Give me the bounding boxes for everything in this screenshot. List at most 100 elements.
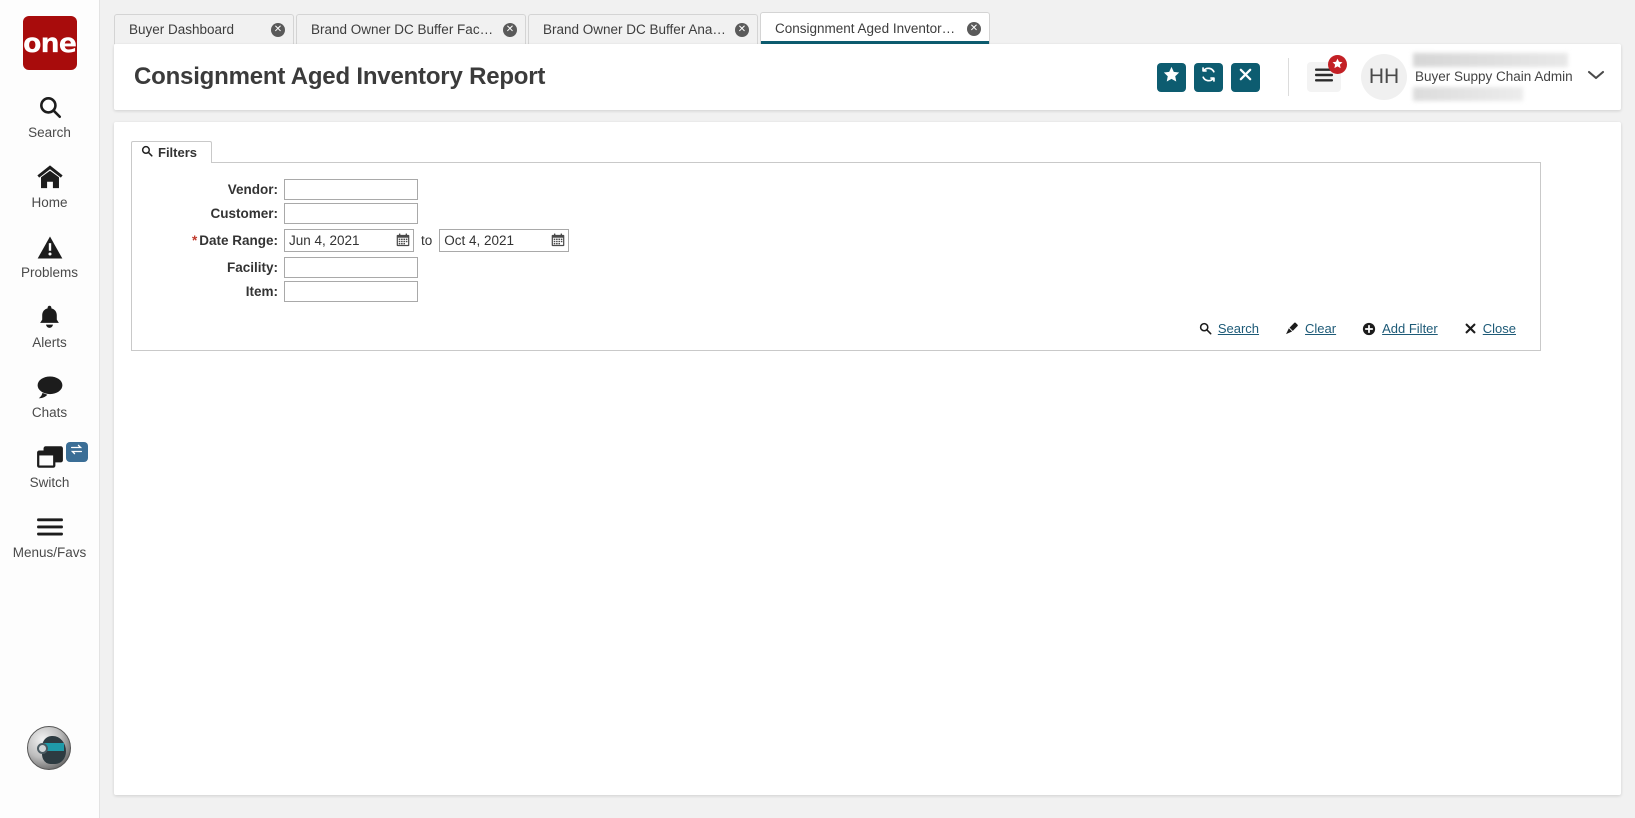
chat-bubble-icon [36,372,64,402]
close-circle-icon[interactable]: ✕ [967,21,981,36]
facility-field[interactable] [284,256,418,278]
sidebar-item-label: Problems [20,265,79,280]
calendar-icon[interactable] [551,233,565,252]
customer-field[interactable] [284,202,418,224]
sidebar-item-label: Alerts [32,335,67,350]
filter-clear-link[interactable]: Clear [1285,321,1336,336]
sidebar-item-menus-favs[interactable]: Menus/Favs [0,512,100,560]
assistant-eye [37,743,48,754]
filter-row-vendor: Vendor: [132,177,1540,201]
calendar-icon[interactable] [396,233,410,252]
filter-close-link[interactable]: Close [1464,321,1516,336]
user-role-label: Buyer Suppy Chain Admin [1415,69,1573,84]
user-menu-toggle[interactable] [1587,68,1605,86]
brand-logo[interactable]: one [22,16,77,70]
ai-assistant-orb-icon[interactable] [27,726,71,770]
close-circle-icon[interactable]: ✕ [271,22,285,37]
avatar-initials: HH [1368,65,1400,88]
favorite-button[interactable] [1157,62,1186,92]
star-icon [1163,66,1180,88]
tab-consignment-aged-inventory-report[interactable]: Consignment Aged Inventory Re... ✕ [760,12,990,44]
search-icon [37,92,63,122]
redacted-org-name-lower [1413,87,1523,101]
filter-clear-label: Clear [1305,321,1337,336]
filters-tab-strip-filler [212,141,1541,163]
vendor-field[interactable] [284,178,418,200]
sidebar-item-switch[interactable]: Switch [0,442,100,490]
vendor-label: Vendor: [227,181,278,197]
filter-close-label: Close [1482,321,1516,336]
sidebar-item-alerts[interactable]: Alerts [0,302,100,350]
date-range-from-field[interactable] [284,228,414,252]
filters-tab-strip: Filters [131,141,1541,163]
menus-favs-badge [1328,55,1347,74]
tab-label: Brand Owner DC Buffer Analytic... [543,22,727,37]
chevron-down-icon [1587,68,1605,85]
star-icon [1332,56,1343,74]
tab-brand-owner-dc-buffer-analytics[interactable]: Brand Owner DC Buffer Analytic... ✕ [528,14,758,44]
x-icon [1464,322,1477,335]
menus-favs-button[interactable] [1307,55,1347,92]
sidebar-item-label: Menus/Favs [12,545,87,560]
search-icon [141,145,153,160]
plus-circle-icon [1362,322,1376,336]
close-circle-icon[interactable]: ✕ [735,22,749,37]
filter-search-link[interactable]: Search [1199,321,1259,336]
filter-add-label: Add Filter [1382,321,1438,336]
redacted-org-name-upper [1413,53,1568,67]
avatar[interactable]: HH [1361,54,1407,100]
sidebar-item-problems[interactable]: Problems [0,232,100,280]
refresh-button[interactable] [1194,62,1223,92]
required-asterisk: * [191,232,198,248]
filter-row-customer: Customer: [132,201,1540,225]
header-divider [1288,58,1289,96]
page-header-card: Consignment Aged Inventory Report HH Buy… [114,44,1621,110]
sidebar-item-search[interactable]: Search [0,92,100,140]
hamburger-icon [36,512,64,542]
date-range-from-wrap [284,228,414,252]
facility-label: Facility: [226,259,278,275]
sidebar-item-label: Search [28,125,71,140]
eraser-icon [1285,322,1299,336]
date-range-label: * Date Range: [191,232,278,248]
filter-row-item: Item: [132,279,1540,303]
x-icon [1238,67,1253,87]
filter-add-link[interactable]: Add Filter [1362,321,1438,336]
warning-triangle-icon [37,232,63,262]
close-circle-icon[interactable]: ✕ [503,22,517,37]
tab-filters-label: Filters [158,145,198,160]
refresh-icon [1200,66,1217,88]
sidebar-item-label: Chats [31,405,68,420]
filters-panel: Filters Vendor: Customer: *Date Range: [131,141,1541,351]
search-icon [1199,322,1212,335]
home-icon [36,162,64,192]
tab-filters[interactable]: Filters [131,141,213,163]
tab-buyer-dashboard[interactable]: Buyer Dashboard ✕ [114,14,294,44]
date-range-to-wrap [439,228,570,252]
filter-row-date-range: * Date Range: Jun 4, 2021 to Oct 4, 2021 [132,225,1540,255]
bell-icon [37,302,62,332]
tab-label: Buyer Dashboard [129,22,235,37]
header-actions: HH Buyer Suppy Chain Admin [1149,53,1621,101]
switch-badge[interactable] [65,442,88,462]
user-info-block: Buyer Suppy Chain Admin [1413,53,1573,101]
item-field[interactable] [284,280,418,302]
windows-stack-icon [36,442,64,472]
sidebar-item-home[interactable]: Home [0,162,100,210]
tab-label: Brand Owner DC Buffer Fact Rep... [311,22,495,37]
browser-tab-strip: Buyer Dashboard ✕ Brand Owner DC Buffer … [100,0,1635,44]
filter-actions: Search Clear Add Filter Close [132,321,1540,340]
left-navigation-rail: one Search Home Problems Alerts Chats Sw… [0,0,100,818]
tab-brand-owner-dc-buffer-fact-report[interactable]: Brand Owner DC Buffer Fact Rep... ✕ [296,14,526,44]
date-range-to-field[interactable] [439,228,570,252]
filter-search-label: Search [1217,321,1260,336]
brand-logo-text: one [22,27,77,59]
report-content-card: Filters Vendor: Customer: *Date Range: [114,122,1621,795]
item-label: Item: [245,283,278,299]
page-title: Consignment Aged Inventory Report [134,63,546,90]
sidebar-item-label: Home [31,195,68,210]
close-report-button[interactable] [1231,62,1260,92]
sidebar-item-chats[interactable]: Chats [0,372,100,420]
filters-body: Vendor: Customer: * Date Range: Jun 4, 2… [131,163,1541,351]
sidebar-item-label: Switch [29,475,70,490]
